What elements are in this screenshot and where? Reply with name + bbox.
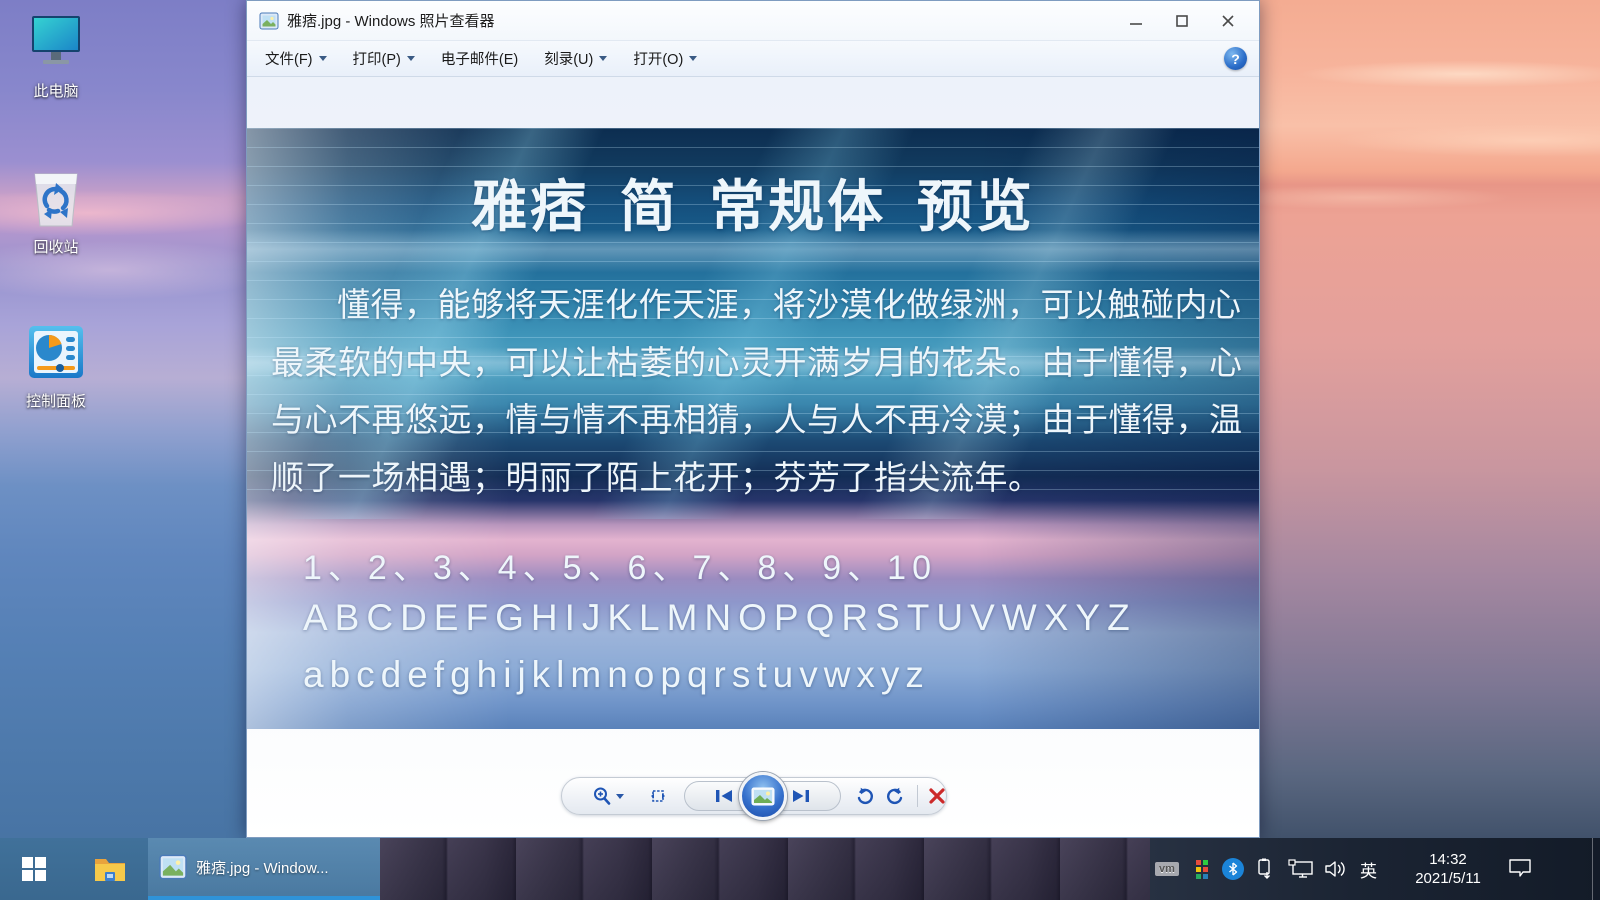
maximize-button[interactable] bbox=[1159, 1, 1205, 41]
help-icon[interactable]: ? bbox=[1224, 47, 1247, 70]
tray-vmware-icon[interactable]: vm bbox=[1155, 838, 1185, 900]
paragraph-line: 顺了一场相遇；明丽了陌上花开；芬芳了指尖流年。 bbox=[271, 458, 1042, 496]
delete-button[interactable] bbox=[928, 778, 946, 814]
previous-icon bbox=[715, 790, 732, 802]
rotate-cw-icon bbox=[887, 787, 903, 805]
wallpaper-left-strip bbox=[0, 0, 280, 900]
chevron-down-icon bbox=[689, 56, 698, 61]
window-title: 雅痞.jpg - Windows 照片查看器 bbox=[287, 13, 495, 30]
next-icon bbox=[793, 790, 810, 802]
photo-viewer-window: 雅痞.jpg - Windows 照片查看器 文件(F) 打印(P) 电子邮件(… bbox=[246, 0, 1260, 838]
actual-size-icon bbox=[651, 790, 665, 802]
slideshow-picture-icon bbox=[751, 787, 775, 805]
rotate-counterclockwise-button[interactable] bbox=[855, 778, 875, 814]
rotate-ccw-icon bbox=[857, 787, 874, 805]
chevron-down-icon bbox=[406, 56, 415, 61]
taskbar-app-label: 雅痞.jpg - Window... bbox=[196, 859, 329, 877]
menu-file[interactable]: 文件(F) bbox=[257, 43, 335, 74]
control-panel-icon bbox=[6, 322, 106, 384]
recycle-bin-icon bbox=[6, 168, 106, 230]
photo-heading-text: 雅痞 简 常规体 预览 bbox=[471, 175, 1035, 238]
chevron-down-icon bbox=[318, 56, 327, 61]
photo-numbers-line: 1、2、3、4、5、6、7、8、9、10 bbox=[303, 549, 938, 587]
minimize-button[interactable] bbox=[1113, 1, 1159, 41]
wallpaper-clouds bbox=[1260, 36, 1600, 226]
magnifier-plus-icon bbox=[594, 787, 611, 805]
taskbar: 雅痞.jpg - Window... vm 英 14:32 2021/5/11 bbox=[0, 838, 1600, 900]
viewer-content-area: 雅痞 简 常规体 预览 懂得，能够将天涯化作天涯，将沙漠化做绿洲，可以触碰内心 … bbox=[247, 77, 1259, 837]
tray-volume-icon[interactable] bbox=[1324, 838, 1348, 900]
zoom-button[interactable] bbox=[592, 778, 624, 814]
photo-viewer-app-icon bbox=[159, 854, 187, 880]
folder-icon bbox=[95, 859, 125, 881]
menu-print[interactable]: 打印(P) bbox=[345, 43, 423, 74]
start-button[interactable] bbox=[10, 838, 58, 900]
paragraph-line: 懂得，能够将天涯化作天涯，将沙漠化做绿洲，可以触碰内心 bbox=[337, 286, 1242, 323]
tray-ime-indicator[interactable]: 英 bbox=[1360, 838, 1377, 900]
navigation-group bbox=[684, 772, 842, 820]
menu-burn[interactable]: 刻录(U) bbox=[536, 43, 615, 74]
clock-time: 14:32 bbox=[1429, 851, 1467, 868]
actual-size-button[interactable] bbox=[648, 778, 668, 814]
delete-x-icon bbox=[929, 788, 945, 804]
desktop-icon-recycle-bin[interactable]: 回收站 bbox=[6, 168, 106, 257]
windows-logo-icon bbox=[22, 857, 46, 881]
tray-color-grid-icon[interactable] bbox=[1196, 838, 1208, 900]
tray-network-icon[interactable] bbox=[1288, 838, 1314, 900]
photo-uppercase-line: ABCDEFGHIJKLMNOPQRSTUVWXYZ bbox=[303, 597, 1137, 638]
photo-viewer-app-icon bbox=[259, 12, 279, 29]
play-slideshow-button[interactable] bbox=[738, 772, 787, 820]
chevron-down-icon bbox=[599, 56, 608, 61]
tray-clock[interactable]: 14:32 2021/5/11 bbox=[1396, 838, 1500, 900]
menu-email[interactable]: 电子邮件(E) bbox=[433, 43, 526, 74]
close-button[interactable] bbox=[1205, 1, 1251, 41]
paragraph-line: 与心不再悠远，情与情不再相猜，人与人不再冷漠；由于懂得，温 bbox=[271, 401, 1243, 438]
tray-bluetooth-icon[interactable] bbox=[1222, 838, 1244, 900]
desktop-icon-label: 此电脑 bbox=[33, 83, 79, 100]
menu-open[interactable]: 打开(O) bbox=[625, 43, 705, 74]
viewer-toolbar bbox=[561, 772, 947, 820]
toolbar-divider bbox=[917, 785, 918, 807]
tray-usb-device-icon[interactable] bbox=[1256, 838, 1274, 900]
menu-bar: 文件(F) 打印(P) 电子邮件(E) 刻录(U) 打开(O) ? bbox=[247, 41, 1259, 77]
desktop-icon-this-pc[interactable]: 此电脑 bbox=[6, 12, 106, 101]
action-center-icon[interactable] bbox=[1508, 838, 1532, 900]
this-pc-icon bbox=[6, 12, 106, 74]
photo-image: 雅痞 简 常规体 预览 懂得，能够将天涯化作天涯，将沙漠化做绿洲，可以触碰内心 … bbox=[247, 128, 1259, 729]
desktop-icon-control-panel[interactable]: 控制面板 bbox=[6, 322, 106, 411]
clock-date: 2021/5/11 bbox=[1415, 870, 1481, 887]
rotate-clockwise-button[interactable] bbox=[885, 778, 905, 814]
desktop-icon-label: 回收站 bbox=[33, 239, 79, 256]
taskbar-app-photo-viewer[interactable]: 雅痞.jpg - Window... bbox=[148, 838, 380, 900]
desktop-icon-label: 控制面板 bbox=[25, 393, 86, 410]
title-bar[interactable]: 雅痞.jpg - Windows 照片查看器 bbox=[247, 1, 1259, 41]
photo-lowercase-line: abcdefghijklmnopqrstuvwxyz bbox=[303, 654, 930, 695]
chevron-down-icon bbox=[616, 793, 624, 799]
paragraph-line: 最柔软的中央，可以让枯萎的心灵开满岁月的花朵。由于懂得，心 bbox=[271, 343, 1243, 381]
file-explorer-button[interactable] bbox=[86, 838, 134, 900]
desktop-wallpaper: 此电脑 回收站 控制面板 雅痞.jpg - Windows 照片查看器 文件(F… bbox=[0, 0, 1600, 900]
photo-paragraph: 懂得，能够将天涯化作天涯，将沙漠化做绿洲，可以触碰内心 最柔软的中央，可以让枯萎… bbox=[271, 276, 1243, 506]
show-desktop-button[interactable] bbox=[1592, 838, 1600, 900]
